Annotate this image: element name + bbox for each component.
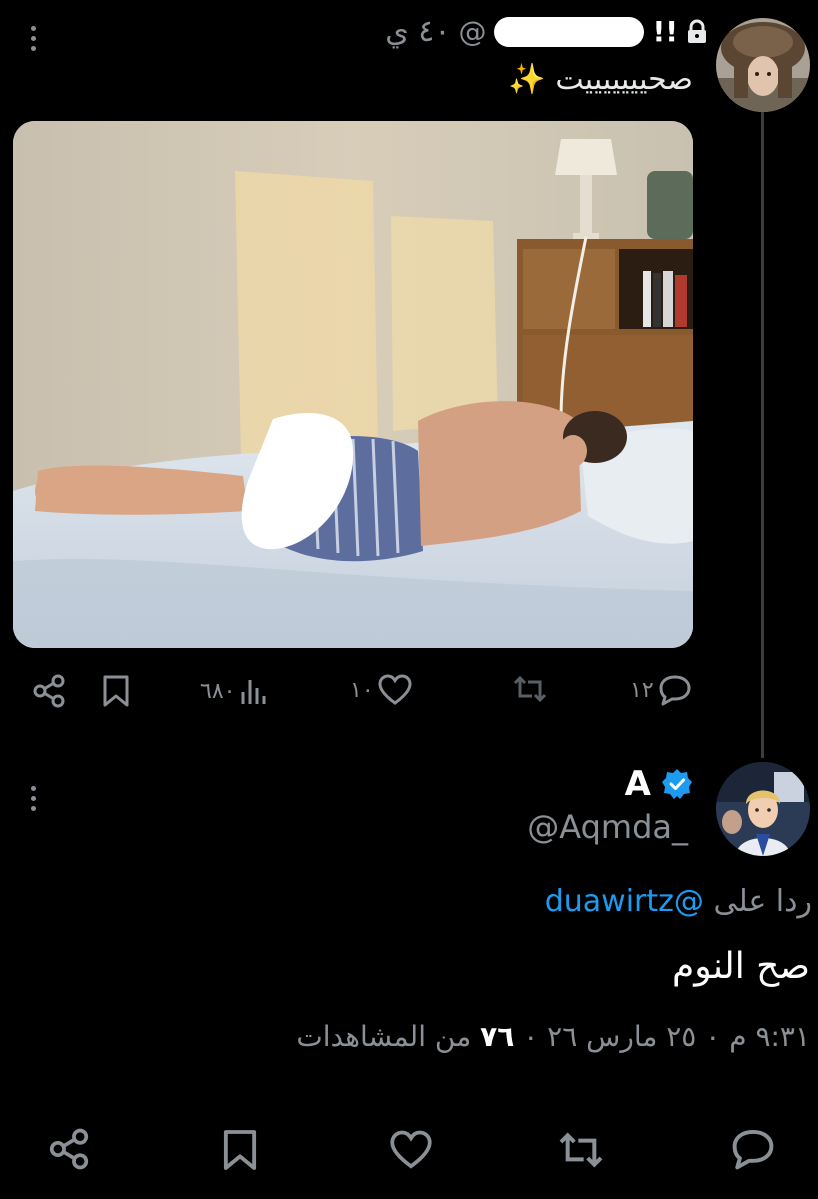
repost-icon xyxy=(513,675,547,703)
share-icon xyxy=(49,1128,89,1170)
sparkles-emoji: ✨ xyxy=(508,62,546,97)
tweet-timestamp: ٩:٣١ م ٠ ٢٥ مارس ٢٦ ٠ xyxy=(523,1020,810,1053)
reply-button-main[interactable] xyxy=(730,1128,776,1170)
first-tweet-handle[interactable]: @ xyxy=(458,15,486,48)
second-tweet-display-name[interactable]: A xyxy=(625,764,651,804)
reply-icon xyxy=(732,1129,774,1170)
reply-button[interactable]: ١٢ xyxy=(630,674,692,706)
share-button-main[interactable] xyxy=(48,1128,90,1170)
first-tweet-name-redacted xyxy=(494,16,645,47)
replying-to-label: ردا على xyxy=(713,884,812,919)
tweet-photo[interactable] xyxy=(13,121,693,648)
second-tweet-name-row: A xyxy=(625,764,693,804)
second-tweet-avatar[interactable] xyxy=(716,762,810,856)
replies-count: ١٢ xyxy=(630,677,654,703)
tweet-views-label[interactable]: من المشاهدات xyxy=(296,1020,471,1053)
tweet-views-count: ٧٦ xyxy=(480,1020,515,1053)
first-tweet-avatar[interactable] xyxy=(716,18,810,112)
tweet-thread-view: ٤٠ ي @ !! صحيييييييت ✨ ٦٨٠ ١٠ ١٢ A @Aqmd… xyxy=(0,0,818,1199)
second-tweet-action-bar xyxy=(0,1122,818,1182)
like-icon xyxy=(390,1130,432,1169)
repost-icon xyxy=(559,1132,603,1168)
like-icon xyxy=(378,674,412,705)
first-tweet-more-icon[interactable] xyxy=(29,26,37,51)
first-tweet-header: ٤٠ ي @ !! xyxy=(385,14,708,49)
first-tweet-action-bar: ٦٨٠ ١٠ ١٢ xyxy=(0,668,818,718)
share-button[interactable] xyxy=(32,674,66,708)
likes-count: ١٠ xyxy=(350,677,374,703)
thread-connector-line xyxy=(761,112,764,758)
first-tweet-name-suffix: !! xyxy=(652,15,678,48)
bookmark-button-main[interactable] xyxy=(222,1128,258,1172)
like-button-main[interactable] xyxy=(389,1130,433,1170)
second-tweet-more-icon[interactable] xyxy=(29,786,37,811)
repost-button-main[interactable] xyxy=(556,1130,606,1170)
share-icon xyxy=(33,674,65,708)
views-button[interactable]: ٦٨٠ xyxy=(200,676,269,706)
bookmark-icon xyxy=(223,1130,257,1170)
second-tweet-handle[interactable]: @Aqmda_ xyxy=(527,808,688,846)
first-tweet-body: صحيييييييت xyxy=(555,62,693,97)
views-count: ٦٨٠ xyxy=(200,678,236,704)
replying-to-line: ردا على @duawirtz xyxy=(545,884,812,919)
first-tweet-time: ٤٠ ي xyxy=(385,14,451,49)
repost-button[interactable] xyxy=(512,674,548,704)
bookmark-icon xyxy=(103,675,129,707)
second-tweet-text: صح النوم xyxy=(672,946,810,987)
like-button[interactable]: ١٠ xyxy=(350,674,412,706)
bookmark-button[interactable] xyxy=(102,674,130,708)
lock-icon xyxy=(688,19,706,43)
replying-to-mention-link[interactable]: @duawirtz xyxy=(545,884,704,919)
verified-badge-icon xyxy=(662,769,692,799)
views-icon xyxy=(241,680,266,704)
first-tweet-text: صحيييييييت ✨ xyxy=(508,62,693,97)
tweet-meta-line: ٩:٣١ م ٠ ٢٥ مارس ٢٦ ٠ ٧٦ من المشاهدات xyxy=(296,1020,810,1053)
reply-icon xyxy=(659,675,691,706)
